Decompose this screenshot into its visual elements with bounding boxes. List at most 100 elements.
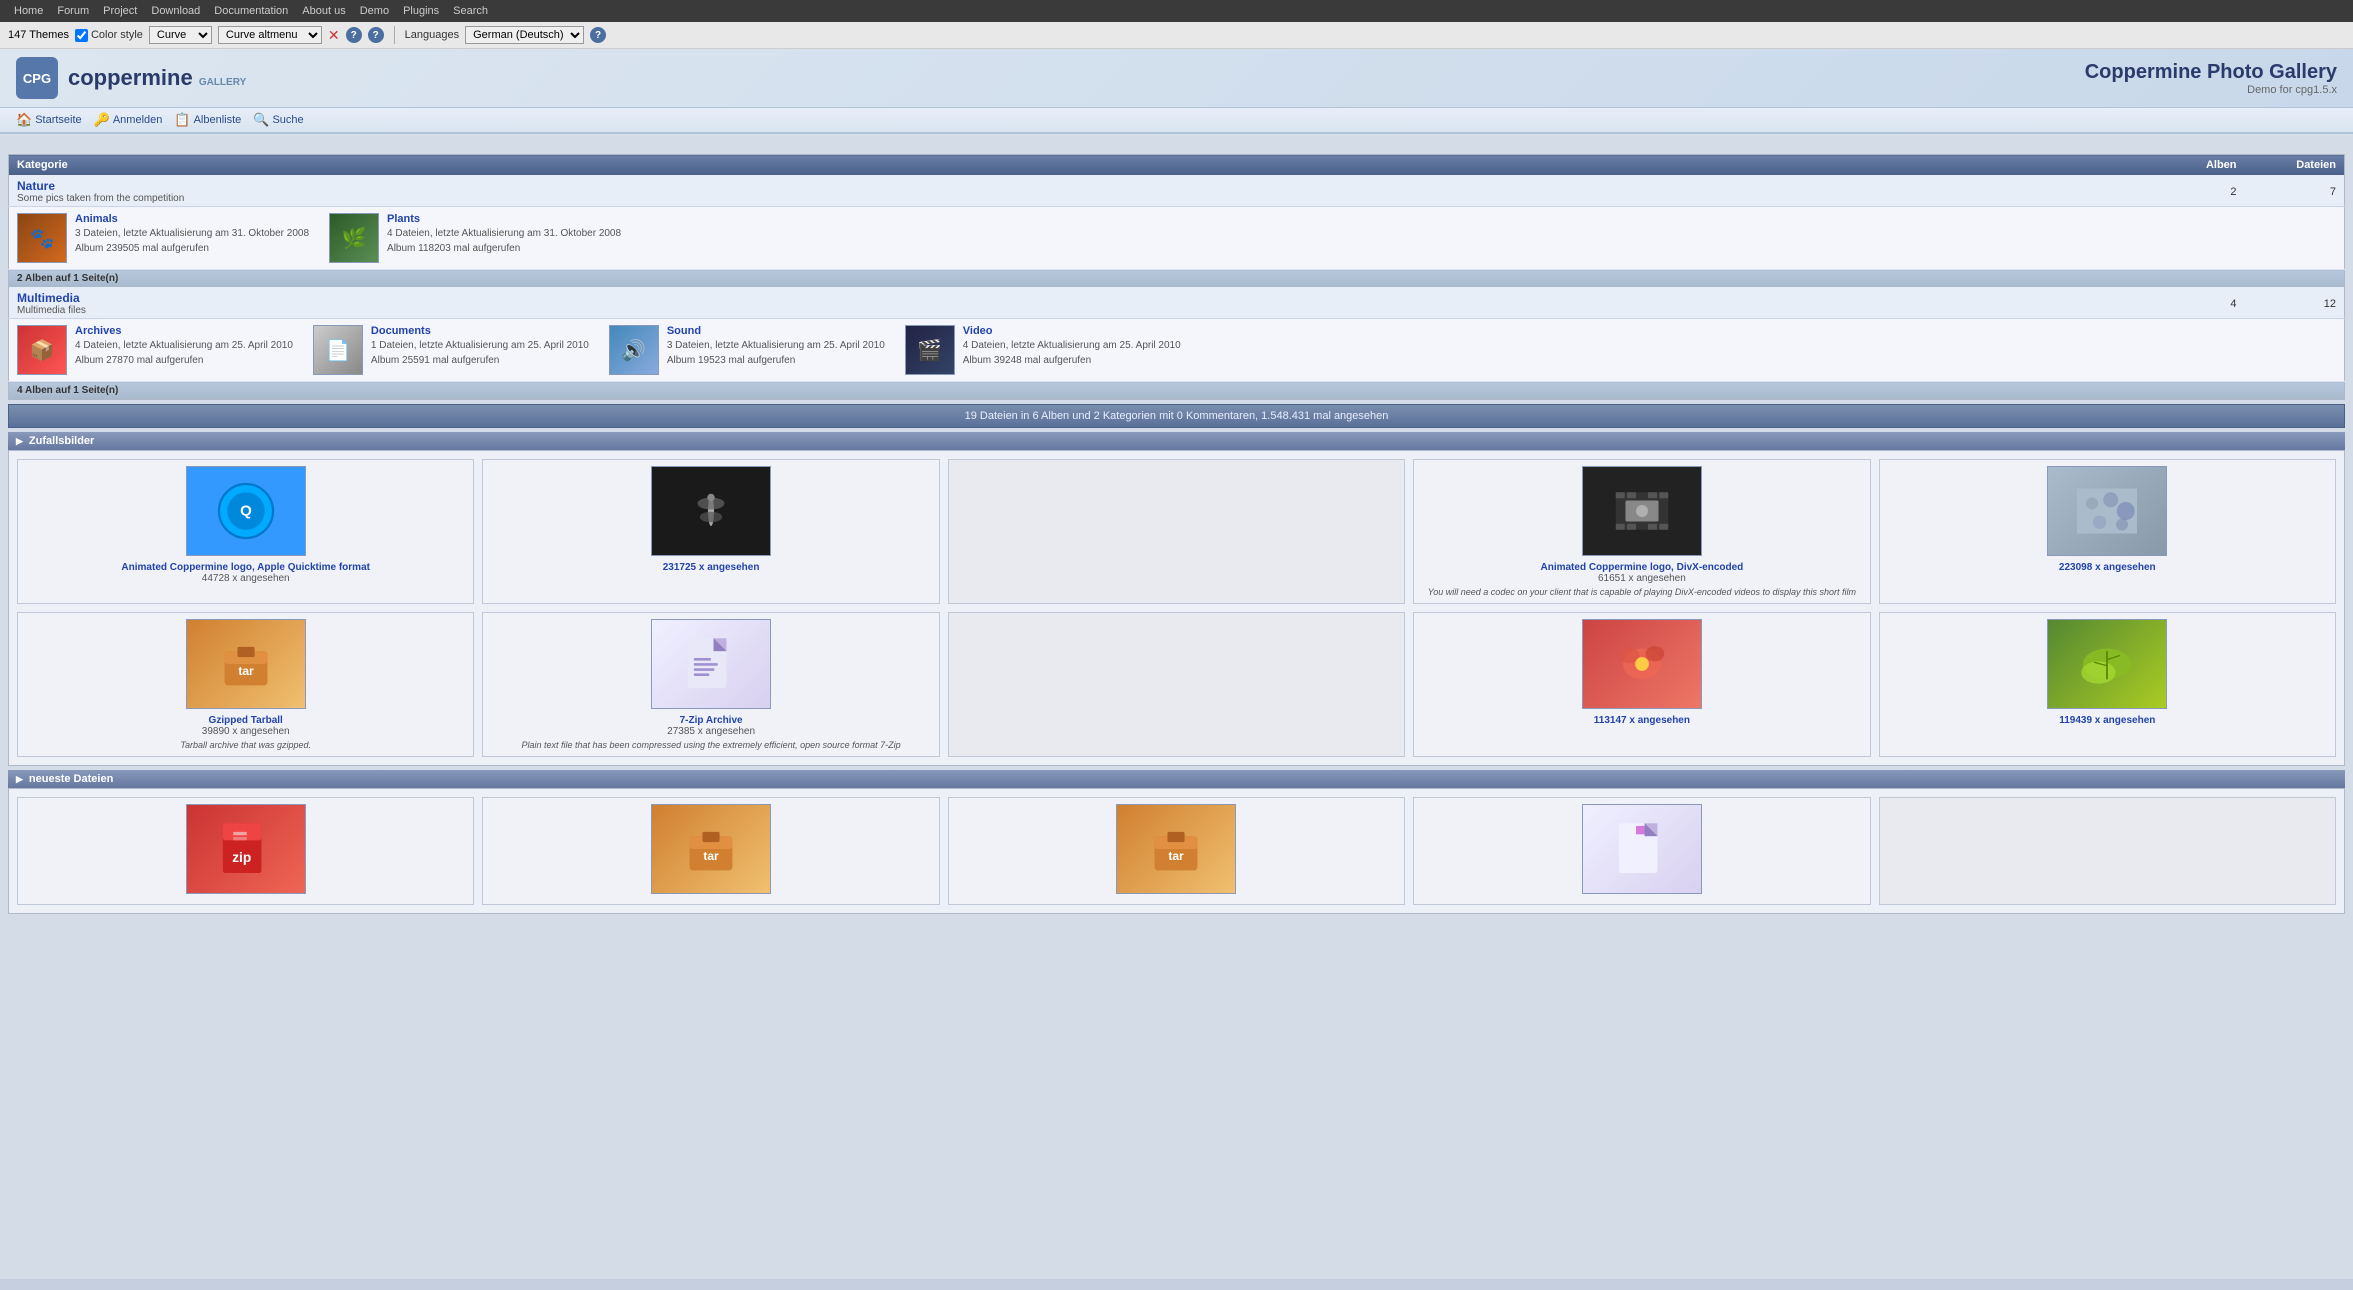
random-images-section: ▶ Zufallsbilder Q Animated C [8,432,2345,766]
multimedia-files-count: 12 [2245,287,2345,319]
colorstyle-checkbox[interactable] [75,29,88,42]
subnav-suche-label: Suche [272,114,303,126]
gallery-title-right: Coppermine Photo Gallery Demo for cpg1.5… [2085,61,2337,96]
newest-thumb-tarball3-img[interactable]: tar [1116,804,1236,894]
themes-count-label: 147 Themes [8,29,69,41]
help-icon-2[interactable]: ? [368,27,384,43]
archives-album-link[interactable]: Archives [75,325,121,337]
help-icon-1[interactable]: ? [346,27,362,43]
nature-category-link[interactable]: Nature [17,179,55,193]
newest-files-grid: zip tar [17,797,2336,905]
key-icon: 🔑 [94,112,110,128]
multimedia-category-desc: Multimedia files [17,305,2137,316]
category-nature-row: Nature Some pics taken from the competit… [9,175,2345,207]
purpledoc-icon [1612,819,1672,879]
nature-albums-container: 🐾 Animals 3 Dateien, letzte Aktualisieru… [17,213,2336,263]
multimedia-albums-row: 📦 Archives 4 Dateien, letzte Aktualisier… [9,319,2345,382]
nav-documentation[interactable]: Documentation [208,3,294,19]
subnav-albenliste[interactable]: 📋 Albenliste [174,112,241,128]
thumb-filmstrip-views: 61651 x angesehen [1598,573,1686,584]
home-icon: 🏠 [16,112,32,128]
thumb-quicktime-views: 44728 x angesehen [202,573,290,584]
plants-info-line1: 4 Dateien, letzte Aktualisierung am 31. … [387,227,621,240]
thumb-tarball: tar Gzipped Tarball 39890 x angesehen Ta… [17,612,474,757]
video-album-info: Video 4 Dateien, letzte Aktualisierung a… [963,325,1181,367]
search-icon: 🔍 [253,112,269,128]
thumb-tarball-img[interactable]: tar [186,619,306,709]
random-images-title: Zufallsbilder [29,435,94,447]
documents-thumb: 📄 [313,325,363,375]
newest-files-header[interactable]: ▶ neueste Dateien [8,770,2345,788]
video-album-link[interactable]: Video [963,325,993,337]
nav-search[interactable]: Search [447,3,494,19]
subnav-suche[interactable]: 🔍 Suche [253,112,303,128]
nav-about[interactable]: About us [296,3,351,19]
spacer1 [0,134,2353,154]
svg-text:Q: Q [240,503,252,520]
thumb-quicktime-img[interactable]: Q [186,466,306,556]
nature-totals-cell: 2 Alben auf 1 Seite(n) [9,270,2345,288]
newest-thumb-empty [1879,797,2336,905]
multimedia-category-link[interactable]: Multimedia [17,291,80,305]
nav-demo[interactable]: Demo [354,3,395,19]
stats-bar: 19 Dateien in 6 Alben und 2 Kategorien m… [8,404,2345,428]
dragonfly-icon [681,481,741,541]
category-header-row: Kategorie Alben Dateien [9,155,2345,176]
thumb-tarball-views: 39890 x angesehen [202,726,290,737]
thumb-leaf-img[interactable] [2047,619,2167,709]
newest-thumb-zip-img[interactable]: zip [186,804,306,894]
gallery-subtitle: Demo for cpg1.5.x [2085,84,2337,96]
col-kategorie: Kategorie [9,155,2145,176]
help-icon-3[interactable]: ? [590,27,606,43]
thumb-flower: 113147 x angesehen [1413,612,1870,757]
colorstyle-select[interactable]: Curve altmenu Curve standard [218,26,322,44]
nav-home[interactable]: Home [8,3,49,19]
sound-album-info: Sound 3 Dateien, letzte Aktualisierung a… [667,325,885,367]
video-info-line1: 4 Dateien, letzte Aktualisierung am 25. … [963,339,1181,352]
thumb-scale-img[interactable] [2047,466,2167,556]
content-area: Kategorie Alben Dateien Nature Some pics… [0,154,2353,922]
site-name-text: coppermine [68,65,193,90]
thumb-quicktime: Q Animated Coppermine logo, Apple Quickt… [17,459,474,604]
album-animals: 🐾 Animals 3 Dateien, letzte Aktualisieru… [17,213,309,263]
thumb-7zip-img[interactable] [651,619,771,709]
multimedia-albums-cell: 📦 Archives 4 Dateien, letzte Aktualisier… [9,319,2345,382]
animals-info-line1: 3 Dateien, letzte Aktualisierung am 31. … [75,227,309,240]
quicktime-icon: Q [216,481,276,541]
subnav-anmelden[interactable]: 🔑 Anmelden [94,112,163,128]
plants-thumb: 🌿 [329,213,379,263]
sound-album-link[interactable]: Sound [667,325,701,337]
site-header: CPG coppermine GALLERY Coppermine Photo … [0,49,2353,108]
thumb-dragonfly: 231725 x angesehen [482,459,939,604]
nature-category-desc: Some pics taken from the competition [17,193,2137,204]
thumb-dragonfly-img[interactable] [651,466,771,556]
documents-album-link[interactable]: Documents [371,325,431,337]
subnav-startseite[interactable]: 🏠 Startseite [16,112,82,128]
animals-album-link[interactable]: Animals [75,213,118,225]
newest-thumb-tarball2-img[interactable]: tar [651,804,771,894]
thumb-filmstrip-img[interactable] [1582,466,1702,556]
thumb-flower-img[interactable] [1582,619,1702,709]
animals-info-line2: Album 239505 mal aufgerufen [75,242,309,255]
language-select[interactable]: German (Deutsch) English French Spanish [465,26,584,44]
thumb-quicktime-title: Animated Coppermine logo, Apple Quicktim… [121,562,370,573]
thumb-7zip-views: 27385 x angesehen [667,726,755,737]
colorstyle-checkbox-wrap: Color style [75,29,143,42]
nav-download[interactable]: Download [145,3,206,19]
newest-files-title: neueste Dateien [29,773,113,785]
video-info-line2: Album 39248 mal aufgerufen [963,354,1181,367]
newest-thumb-purpledoc-img[interactable] [1582,804,1702,894]
thumb-dragonfly-title: 231725 x angesehen [663,562,760,573]
svg-text:tar: tar [1169,849,1185,863]
plants-album-link[interactable]: Plants [387,213,420,225]
nav-plugins[interactable]: Plugins [397,3,445,19]
nav-project[interactable]: Project [97,3,143,19]
random-images-header[interactable]: ▶ Zufallsbilder [8,432,2345,450]
nav-forum[interactable]: Forum [51,3,95,19]
clear-icon[interactable]: ✕ [328,27,340,44]
thumb-filmstrip-title: Animated Coppermine logo, DivX-encoded [1540,562,1743,573]
archives-thumb: 📦 [17,325,67,375]
theme-select[interactable]: Curve Default Silver [149,26,212,44]
sound-thumb: 🔊 [609,325,659,375]
logo-area: CPG coppermine GALLERY [16,57,246,99]
